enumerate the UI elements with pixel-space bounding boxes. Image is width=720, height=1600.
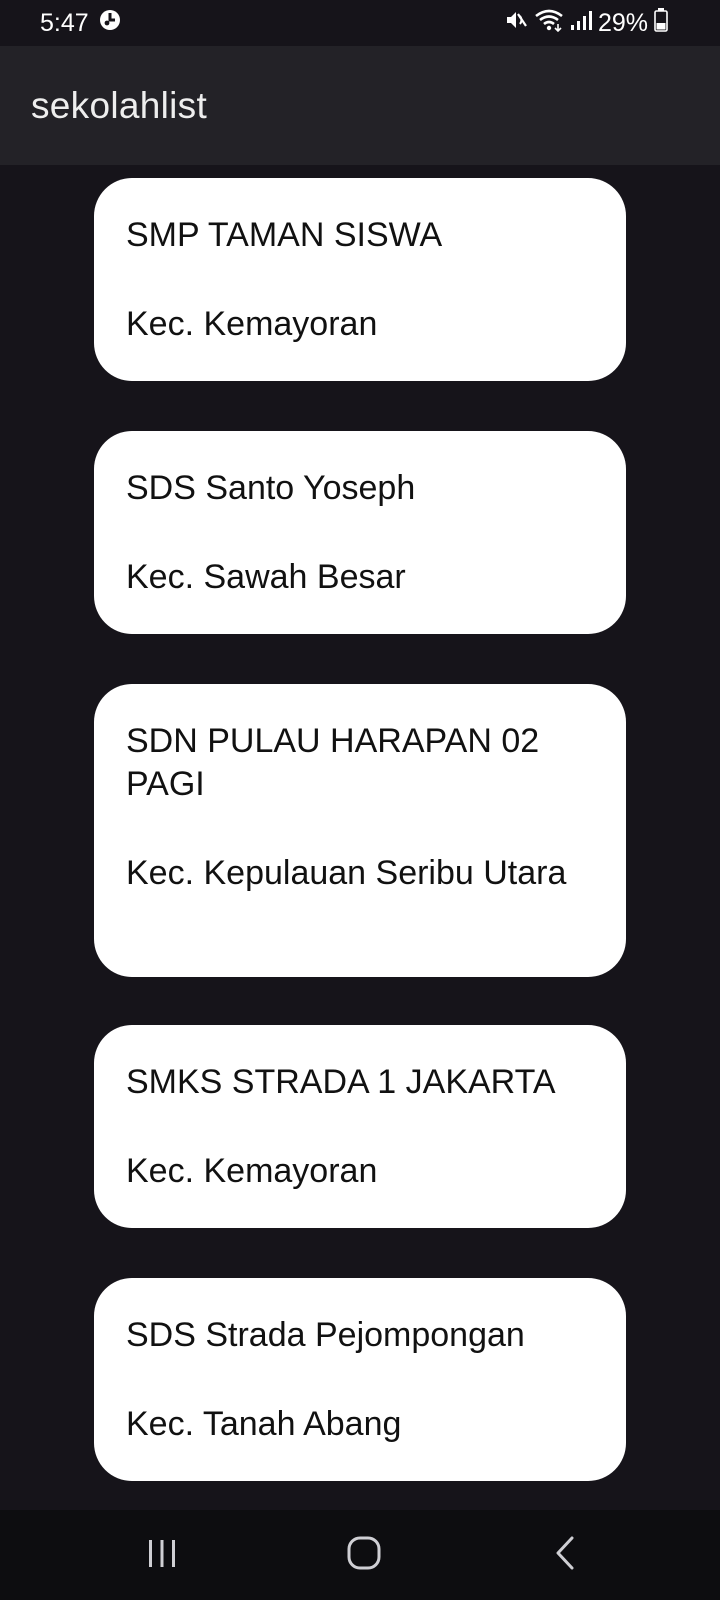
recent-apps-button[interactable]	[127, 1522, 197, 1588]
status-right: 29%	[504, 7, 668, 39]
school-name: SMP TAMAN SISWA	[126, 216, 443, 254]
home-button[interactable]	[329, 1522, 399, 1588]
status-time: 5:47	[40, 8, 89, 37]
school-card[interactable]: SDS Strada Pejompongan Kec. Tanah Abang	[94, 1278, 626, 1481]
school-district: Kec. Tanah Abang	[126, 1405, 402, 1443]
school-name: SMKS STRADA 1 JAKARTA	[126, 1063, 556, 1101]
recent-apps-icon	[145, 1536, 179, 1575]
battery-icon	[654, 7, 668, 39]
school-district: Kec. Kepulauan Seribu Utara	[126, 854, 567, 892]
school-district: Kec. Kemayoran	[126, 1152, 378, 1190]
back-icon	[551, 1535, 581, 1576]
school-district: Kec. Kemayoran	[126, 305, 378, 343]
school-card[interactable]: SDN PULAU HARAPAN 02 PAGI Kec. Kepulauan…	[94, 684, 626, 977]
wifi-icon	[534, 8, 564, 39]
back-button[interactable]	[531, 1522, 601, 1588]
school-name: SDS Santo Yoseph	[126, 469, 416, 507]
navigation-bar	[0, 1510, 720, 1600]
school-name: SDS Strada Pejompongan	[126, 1316, 525, 1354]
school-district: Kec. Sawah Besar	[126, 558, 406, 596]
signal-icon	[570, 9, 592, 38]
notification-icon	[99, 9, 121, 38]
app-title: sekolahlist	[31, 84, 208, 126]
school-name: SDN PULAU HARAPAN 02 PAGI	[126, 722, 540, 803]
status-bar: 5:47 29%	[0, 0, 720, 46]
battery-percent: 29%	[597, 8, 648, 37]
mute-icon	[504, 9, 528, 38]
school-card[interactable]: SDS Santo Yoseph Kec. Sawah Besar	[94, 431, 626, 634]
school-card[interactable]: SMP TAMAN SISWA Kec. Kemayoran	[94, 178, 626, 381]
school-list[interactable]: SMP TAMAN SISWA Kec. Kemayoran SDS Santo…	[0, 165, 720, 1510]
home-icon	[346, 1535, 382, 1576]
app-bar: sekolahlist	[0, 46, 720, 165]
school-card[interactable]: SMKS STRADA 1 JAKARTA Kec. Kemayoran	[94, 1025, 626, 1228]
status-left: 5:47	[40, 9, 121, 38]
